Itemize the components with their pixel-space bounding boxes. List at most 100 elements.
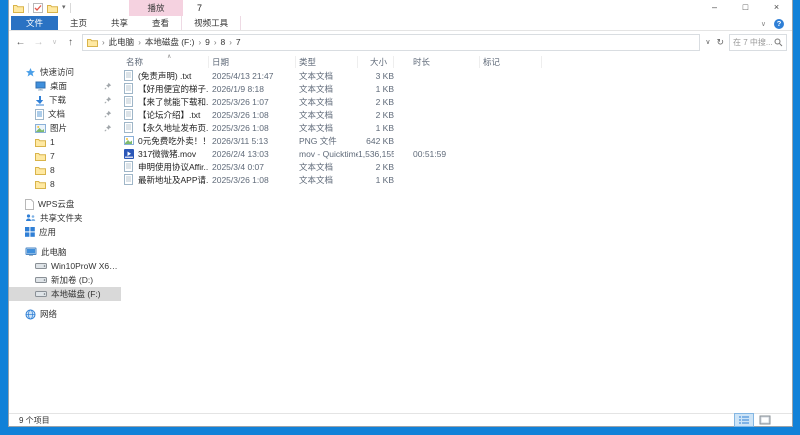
minimize-button[interactable]: –	[699, 0, 730, 16]
pin-icon	[104, 96, 112, 104]
details-view-button[interactable]	[734, 413, 754, 427]
up-button[interactable]: ↑	[64, 37, 77, 48]
sidebar-item-folder-7[interactable]: 7	[9, 149, 121, 163]
divider	[28, 3, 29, 13]
folder-icon	[87, 38, 98, 47]
file-row[interactable]: 最新地址及APP请... 2025/3/26 1:08 文本文档 1 KB	[121, 173, 792, 186]
sidebar-item-label: 新加卷 (D:)	[51, 275, 94, 285]
column-header-tags[interactable]: 标记	[480, 56, 542, 68]
sidebar-item-drive-d[interactable]: 新加卷 (D:)	[9, 273, 121, 287]
help-icon[interactable]: ?	[774, 18, 784, 29]
tab-file[interactable]: 文件	[11, 16, 59, 30]
sidebar-item-pictures[interactable]: 图片	[9, 121, 121, 135]
sidebar-item-quick-access[interactable]: 快速访问	[9, 65, 121, 79]
drive-icon	[35, 262, 47, 270]
address-bar: ← → ∨ ↑ › 此电脑 › 本地磁盘 (F:) › 9 › 8 › 7 ∨ …	[9, 31, 792, 53]
sidebar-item-label: 下载	[49, 95, 67, 105]
tab-view[interactable]: 查看	[140, 16, 181, 30]
tab-home[interactable]: 主页	[58, 16, 99, 30]
breadcrumb-separator: ›	[102, 37, 105, 47]
address-dropdown-icon[interactable]: ∨	[705, 38, 710, 46]
breadcrumb-drive-f[interactable]: 本地磁盘 (F:)	[145, 36, 195, 48]
sidebar-item-this-pc[interactable]: 此电脑	[9, 245, 121, 259]
ribbon-collapse-icon[interactable]: ∨	[761, 20, 766, 28]
breadcrumb-folder-8[interactable]: 8	[221, 37, 226, 47]
file-row[interactable]: (免责声明) .txt 2025/4/13 21:47 文本文档 3 KB	[121, 69, 792, 82]
file-name: 申明使用协议Affir...	[138, 161, 209, 172]
sidebar-item-label: 文档	[48, 109, 66, 119]
column-header-name[interactable]: 名称	[123, 56, 209, 68]
sidebar-item-drive-f[interactable]: 本地磁盘 (F:)	[9, 287, 121, 301]
file-row[interactable]: 申明使用协议Affir... 2025/3/4 0:07 文本文档 2 KB	[121, 160, 792, 173]
search-icon	[774, 38, 783, 47]
tab-share[interactable]: 共享	[99, 16, 140, 30]
breadcrumb-folder-9[interactable]: 9	[205, 37, 210, 47]
file-size: 2 KB	[375, 109, 394, 120]
file-list: ∧ 名称 日期 类型 大小 时长 标记 (免责声明) .txt 2025/4/1…	[121, 53, 792, 413]
folder-icon[interactable]	[47, 4, 58, 13]
file-type: 文本文档	[299, 174, 334, 185]
sidebar-item-documents[interactable]: 文档	[9, 107, 121, 121]
search-input[interactable]: 在 7 中搜...	[729, 33, 787, 51]
contextual-tab-play[interactable]: 播放	[129, 0, 183, 16]
recent-locations-icon[interactable]: ∨	[50, 38, 59, 46]
sidebar-item-desktop[interactable]: 桌面	[9, 79, 121, 93]
sidebar-item-drive-c[interactable]: Win10ProW X64 (C:)	[9, 259, 121, 273]
column-header-type[interactable]: 类型	[296, 56, 358, 68]
sidebar-item-label: 7	[50, 151, 55, 161]
back-button[interactable]: ←	[14, 37, 27, 48]
file-date: 2025/3/26 1:08	[212, 122, 269, 133]
file-row[interactable]: 0元免费吃外卖！！... 2026/3/11 5:13 PNG 文件 642 K…	[121, 134, 792, 147]
file-type: 文本文档	[299, 96, 334, 107]
sidebar-item-network[interactable]: 网络	[9, 307, 121, 321]
tab-video-tools[interactable]: 视频工具	[181, 16, 242, 30]
sidebar-item-label: 共享文件夹	[40, 213, 83, 223]
file-size: 1 KB	[375, 122, 394, 133]
qat-dropdown-icon[interactable]: ▾	[62, 3, 66, 13]
file-row[interactable]: 【永久地址发布页... 2025/3/26 1:08 文本文档 1 KB	[121, 121, 792, 134]
file-name: 【永久地址发布页...	[138, 122, 209, 133]
drive-icon	[35, 276, 47, 284]
forward-button[interactable]: →	[32, 37, 45, 48]
sidebar-item-label: 网络	[40, 309, 58, 319]
text-file-icon	[123, 70, 134, 81]
sidebar-item-folder-8b[interactable]: 8	[9, 177, 121, 191]
file-size: 642 KB	[366, 135, 394, 146]
checkbox-icon[interactable]	[33, 3, 43, 13]
image-file-icon	[123, 136, 134, 145]
document-icon	[35, 108, 44, 120]
folder-icon	[35, 166, 46, 175]
sidebar-item-shared-folders[interactable]: 共享文件夹	[9, 211, 121, 225]
breadcrumb-this-pc[interactable]: 此电脑	[109, 36, 135, 48]
file-type: 文本文档	[299, 122, 334, 133]
sidebar-item-folder-8[interactable]: 8	[9, 163, 121, 177]
breadcrumb[interactable]: › 此电脑 › 本地磁盘 (F:) › 9 › 8 › 7	[82, 33, 701, 51]
file-date: 2026/1/9 8:18	[212, 83, 264, 94]
divider	[69, 3, 71, 13]
close-button[interactable]: ×	[761, 0, 792, 16]
column-header-length[interactable]: 时长	[410, 56, 480, 68]
file-name: (免责声明) .txt	[138, 70, 192, 81]
folder-icon[interactable]	[13, 4, 24, 13]
file-row[interactable]: 【来了就能下载和... 2025/3/26 1:07 文本文档 2 KB	[121, 95, 792, 108]
file-length: 00:51:59	[413, 148, 447, 159]
sidebar-item-label: Win10ProW X64 (C:)	[51, 261, 121, 271]
file-row[interactable]: 【论坛介绍】.txt 2025/3/26 1:08 文本文档 2 KB	[121, 108, 792, 121]
column-header-date[interactable]: 日期	[209, 56, 296, 68]
file-row[interactable]: 【好用便宜的梯子... 2026/1/9 8:18 文本文档 1 KB	[121, 82, 792, 95]
sidebar-item-apps[interactable]: 应用	[9, 225, 121, 239]
maximize-button[interactable]: □	[730, 0, 761, 16]
sidebar-item-downloads[interactable]: 下载	[9, 93, 121, 107]
column-header-size[interactable]: 大小	[358, 56, 394, 68]
file-type: mov - Quicktime...	[299, 148, 358, 159]
sidebar-item-label: 应用	[39, 227, 57, 237]
sidebar-item-folder-1[interactable]: 1	[9, 135, 121, 149]
breadcrumb-separator: ›	[198, 37, 202, 47]
sidebar-item-label: 1	[50, 137, 55, 147]
refresh-icon[interactable]: ↻	[716, 37, 724, 48]
sidebar-item-wps-cloud[interactable]: WPS云盘	[9, 197, 121, 211]
breadcrumb-folder-7[interactable]: 7	[236, 37, 241, 47]
file-row[interactable]: 317微微猪.mov 2026/2/4 13:03 mov - Quicktim…	[121, 147, 792, 160]
item-count: 9 个项目	[19, 415, 50, 425]
thumbnail-view-button[interactable]	[756, 414, 774, 426]
